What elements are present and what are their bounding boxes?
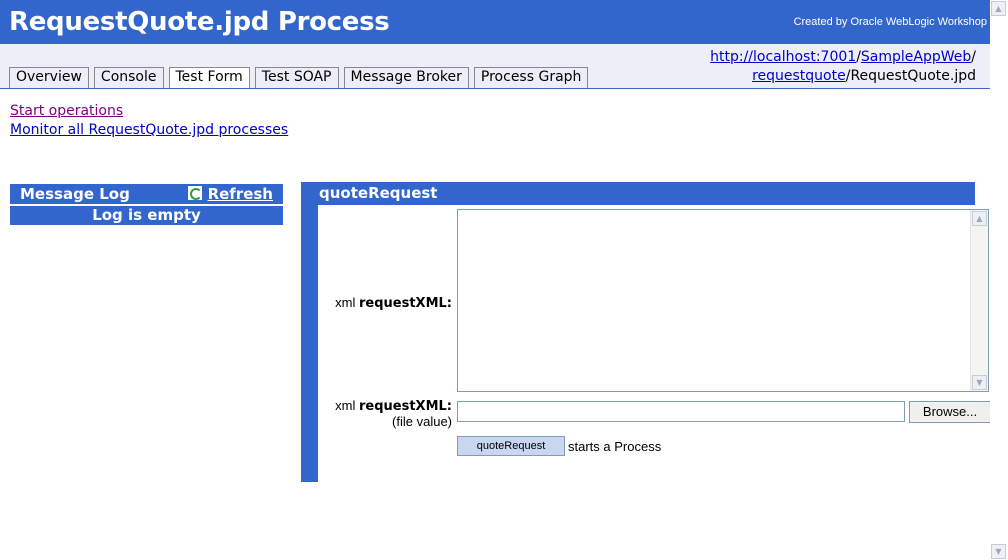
scroll-down-icon[interactable]: ▼ [972,375,987,390]
browse-button[interactable]: Browse... [909,401,991,423]
requestxml-file-type: xml [335,398,356,413]
refresh-icon[interactable] [187,186,202,200]
requestxml-label: xml requestXML: [320,295,452,311]
monitor-processes-link[interactable]: Monitor all RequestQuote.jpd processes [10,122,288,138]
url-file: /RequestQuote.jpd [845,68,976,84]
quote-request-button[interactable]: quoteRequest [457,436,565,456]
tab-console[interactable]: Console [93,67,164,88]
requestxml-type: xml [335,295,356,310]
url-sep: / [971,49,976,65]
refresh-control[interactable]: Refresh [187,184,273,204]
tab-message-broker[interactable]: Message Broker [343,67,469,88]
page-scroll-down-icon[interactable]: ▼ [991,544,1006,559]
message-log-panel: Message Log Refresh Log is empty [10,184,283,225]
file-value-note: (file value) [392,414,452,429]
title-bar: RequestQuote.jpd Process Created by Orac… [0,0,990,44]
requestxml-textarea[interactable]: ▲ ▼ [457,209,989,392]
tab-process-graph[interactable]: Process Graph [473,67,589,88]
page-scroll-up-icon[interactable]: ▲ [991,1,1006,16]
requestxml-file-label: xml requestXML: (file value) [320,398,452,429]
scroll-up-icon[interactable]: ▲ [972,211,987,226]
operation-title: quoteRequest [301,182,975,205]
url-folder-link[interactable]: requestquote [752,68,846,84]
tab-bar: http://localhost:7001/SampleAppWeb/reque… [0,44,990,89]
url-app-link[interactable]: SampleAppWeb [861,49,971,65]
url-host-link[interactable]: http://localhost:7001 [710,49,856,65]
created-by-label: Created by Oracle WebLogic Workshop [793,16,987,28]
page-title: RequestQuote.jpd Process [9,7,390,37]
requestxml-name: requestXML: [359,296,452,311]
url-breadcrumb: http://localhost:7001/SampleAppWeb/reque… [710,48,976,86]
operation-panel: quoteRequest xml requestXML: ▲ ▼ xml req… [301,182,991,482]
textarea-scrollbar[interactable]: ▲ ▼ [970,210,988,391]
starts-process-note: starts a Process [568,439,662,454]
action-links: Start operations Monitor all RequestQuot… [10,102,288,140]
page-scrollbar[interactable]: ▲ ▼ [990,0,1008,560]
requestxml-file-input[interactable] [457,401,905,422]
log-empty-message: Log is empty [10,206,283,225]
start-operations-link[interactable]: Start operations [10,103,123,119]
tab-test-form[interactable]: Test Form [168,67,250,88]
tab-test-soap[interactable]: Test SOAP [254,67,339,88]
refresh-link[interactable]: Refresh [208,185,273,203]
message-log-header: Message Log Refresh [10,184,283,204]
tabs: Overview Console Test Form Test SOAP Mes… [9,67,589,88]
requestxml-file-name: requestXML: [359,399,452,414]
tab-overview[interactable]: Overview [9,67,89,88]
message-log-title: Message Log [20,185,130,203]
